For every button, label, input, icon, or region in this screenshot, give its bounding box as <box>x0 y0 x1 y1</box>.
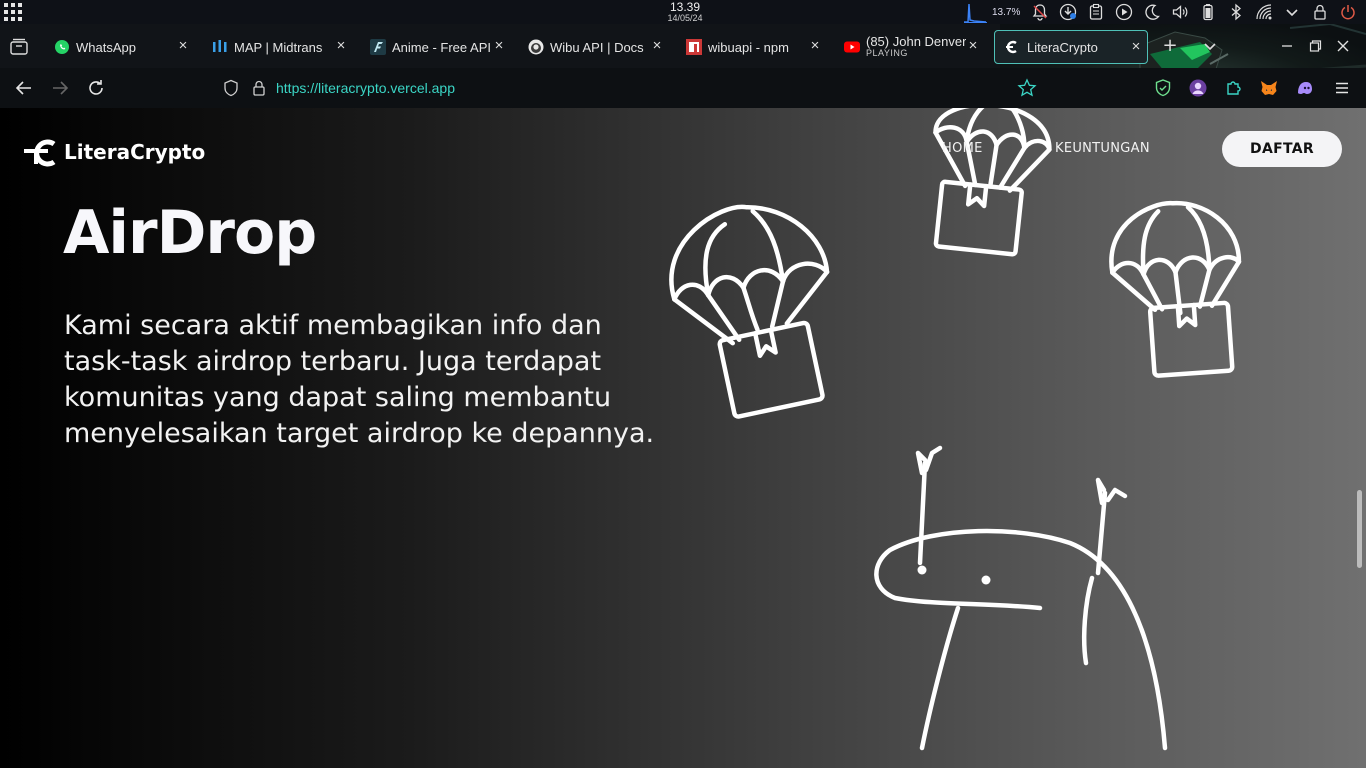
hero-description: Kami secara aktif membagikan info dan ta… <box>64 310 655 449</box>
close-window-icon[interactable] <box>1334 37 1352 55</box>
doodle-character-drawing <box>874 445 1168 751</box>
app-launcher-icon[interactable] <box>3 2 23 22</box>
npm-icon <box>686 39 702 55</box>
whatsapp-icon <box>55 40 69 54</box>
tab-close-button[interactable]: × <box>492 38 506 53</box>
wibu-api-icon <box>528 39 544 55</box>
lock-icon[interactable] <box>250 79 268 97</box>
night-light-icon[interactable] <box>1138 0 1166 24</box>
power-icon[interactable] <box>1334 0 1362 24</box>
page-viewport: LiteraCrypto HOME KEUNTUNGAN DAFTAR AirD… <box>0 108 1366 768</box>
bluetooth-icon[interactable] <box>1222 0 1250 24</box>
new-tab-button[interactable]: + <box>1160 36 1180 56</box>
bookmark-star-button[interactable] <box>1017 78 1037 98</box>
tab-playing-indicator: PLAYING <box>866 48 908 59</box>
midtrans-icon <box>213 40 227 52</box>
system-tray: 13.7% <box>962 0 1362 24</box>
forward-button[interactable] <box>49 77 71 99</box>
register-button[interactable]: DAFTAR <box>1222 131 1342 167</box>
reload-button[interactable] <box>85 77 107 99</box>
page-scrollbar-thumb[interactable] <box>1357 490 1362 568</box>
site-logo[interactable]: LiteraCrypto <box>24 136 205 168</box>
hamburger-menu-icon <box>1336 82 1348 94</box>
parachute-crate-drawing-top <box>933 108 1052 257</box>
tab-label: Wibu API | Docs <box>550 39 644 55</box>
notifications-off-icon[interactable] <box>1026 0 1054 24</box>
tab-whatsapp[interactable]: WhatsApp × <box>44 30 194 64</box>
tab-list-chevron-icon[interactable] <box>1200 36 1220 56</box>
tab-literacrypto[interactable]: LiteraCrypto × <box>994 30 1148 64</box>
tab-label: (85) John Denver <box>866 35 966 50</box>
address-bar[interactable]: https://literacrypto.vercel.app <box>220 72 1000 104</box>
tab-label: WhatsApp <box>76 39 136 55</box>
tab-close-button[interactable]: × <box>334 38 348 53</box>
site-brand-name: LiteraCrypto <box>64 140 206 164</box>
arrow-right-icon <box>53 81 69 95</box>
chevron-down-icon[interactable] <box>1278 0 1306 24</box>
tab-close-button[interactable]: × <box>176 38 190 53</box>
hero-title: AirDrop <box>63 198 317 268</box>
clock-time: 13.39 <box>669 0 701 14</box>
tab-label: Anime - Free API <box>392 39 491 55</box>
shield-extension-button[interactable] <box>1153 78 1173 98</box>
ghost-icon <box>1298 82 1312 94</box>
tab-close-button[interactable]: × <box>1129 39 1143 54</box>
puzzle-icon <box>1227 81 1241 95</box>
updates-icon[interactable] <box>1054 0 1082 24</box>
nav-link-keuntungan[interactable]: KEUNTUNGAN <box>1055 141 1150 156</box>
tab-label: LiteraCrypto <box>1027 39 1098 55</box>
minimize-window-icon[interactable] <box>1278 37 1296 55</box>
extensions-button[interactable] <box>1224 78 1244 98</box>
tab-label: MAP | Midtrans <box>234 39 323 55</box>
metamask-extension-button[interactable] <box>1259 78 1279 98</box>
tab-anime-api[interactable]: Anime - Free API × <box>360 30 510 64</box>
tab-midtrans[interactable]: MAP | Midtrans × <box>202 30 352 64</box>
os-top-panel: 13.39 14/05/24 13.7% <box>0 0 1366 24</box>
youtube-icon <box>844 41 860 53</box>
tab-overview-icon[interactable] <box>8 36 30 58</box>
wifi-icon[interactable] <box>1250 0 1278 24</box>
url-host: literacrypto.vercel.app <box>318 80 455 96</box>
nav-link-home[interactable]: HOME <box>942 141 983 156</box>
parachute-crate-drawing-right <box>1109 200 1242 378</box>
clipboard-icon[interactable] <box>1082 0 1110 24</box>
tab-wibuapi-npm[interactable]: wibuapi - npm × <box>676 30 826 64</box>
ghost-extension-button[interactable] <box>1295 78 1315 98</box>
shield-icon[interactable] <box>222 79 240 97</box>
battery-icon[interactable] <box>1194 0 1222 24</box>
clock-date: 14/05/24 <box>667 13 703 23</box>
browser-nav-bar: https://literacrypto.vercel.app <box>0 68 1366 108</box>
back-button[interactable] <box>13 77 35 99</box>
literacrypto-logo-icon <box>24 139 56 167</box>
lock-icon[interactable] <box>1306 0 1334 24</box>
profile-avatar-icon <box>1189 79 1207 97</box>
literacrypto-icon <box>1006 40 1017 54</box>
browser-menu-button[interactable] <box>1332 78 1352 98</box>
shield-check-icon <box>1155 79 1171 97</box>
url-text[interactable]: https://literacrypto.vercel.app <box>276 80 455 96</box>
cpu-graph-icon[interactable] <box>962 0 988 24</box>
parachute-crate-drawing-left <box>669 204 830 419</box>
volume-icon[interactable] <box>1166 0 1194 24</box>
metamask-fox-icon <box>1261 81 1277 95</box>
anime-api-icon <box>370 39 386 55</box>
tab-close-button[interactable]: × <box>650 38 664 53</box>
maximize-window-icon[interactable] <box>1306 37 1324 55</box>
cpu-usage-text: 13.7% <box>992 6 1021 18</box>
star-icon <box>1017 78 1037 97</box>
profile-extension-button[interactable] <box>1188 78 1208 98</box>
tab-youtube-playing[interactable]: (85) John Denver PLAYING × <box>834 30 984 64</box>
media-play-icon[interactable] <box>1110 0 1138 24</box>
url-scheme: https:// <box>276 80 319 96</box>
system-clock[interactable]: 13.39 14/05/24 <box>640 0 730 23</box>
tab-close-button[interactable]: × <box>966 38 980 53</box>
reload-icon <box>89 80 103 95</box>
tab-label: wibuapi - npm <box>708 39 789 55</box>
tab-close-button[interactable]: × <box>808 38 822 53</box>
browser-tab-strip: WhatsApp × MAP | Midtrans × Anime - Free… <box>0 24 1366 132</box>
arrow-left-icon <box>15 81 31 95</box>
tab-wibu-api-docs[interactable]: Wibu API | Docs × <box>518 30 668 64</box>
